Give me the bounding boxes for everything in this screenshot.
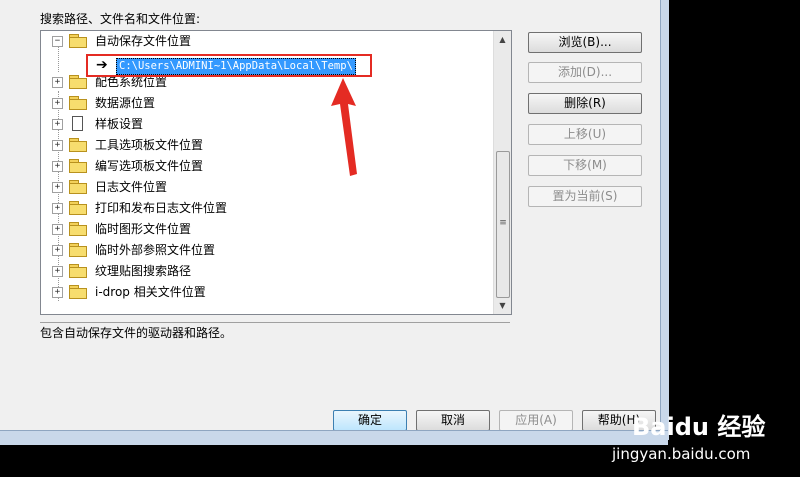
expand-icon[interactable]: + xyxy=(52,266,63,277)
description-text: 包含自动保存文件的驱动器和路径。 xyxy=(40,326,233,340)
folder-icon xyxy=(69,75,87,89)
add-button[interactable]: 添加(D)... xyxy=(528,62,642,83)
browse-button[interactable]: 浏览(B)... xyxy=(528,32,642,53)
move-down-button[interactable]: 下移(M) xyxy=(528,155,642,176)
expand-icon[interactable]: + xyxy=(52,161,63,172)
baidu-logo: Baidu 经验 xyxy=(632,413,766,441)
expand-icon[interactable]: + xyxy=(52,245,63,256)
ok-button[interactable]: 确定 xyxy=(333,410,407,431)
window-border xyxy=(660,0,669,440)
expand-icon[interactable]: + xyxy=(52,203,63,214)
divider xyxy=(40,322,510,323)
delete-button[interactable]: 删除(R) xyxy=(528,93,642,114)
tree-scrollbar[interactable]: ▲ ≡ ▼ xyxy=(493,31,511,314)
tree-item-label: 打印和发布日志文件位置 xyxy=(95,201,228,215)
tree-connector xyxy=(58,46,59,72)
tree-item-label: i-drop 相关文件位置 xyxy=(95,285,206,299)
folder-icon xyxy=(69,159,87,173)
expand-icon[interactable]: + xyxy=(52,287,63,298)
expand-icon[interactable]: + xyxy=(52,182,63,193)
baidu-jingyan-watermark: Baidu 经验 jingyan.baidu.com xyxy=(612,387,798,477)
folder-icon xyxy=(69,264,87,278)
folder-icon xyxy=(69,96,87,110)
scroll-down-icon[interactable]: ▼ xyxy=(494,297,511,314)
tree-item-label: 自动保存文件位置 xyxy=(95,34,192,48)
expand-icon[interactable]: + xyxy=(52,77,63,88)
expand-icon[interactable]: + xyxy=(52,98,63,109)
folder-icon xyxy=(69,34,87,48)
tree-item-label: 临时图形文件位置 xyxy=(95,222,192,236)
tree-item-label: 样板设置 xyxy=(95,117,144,131)
expand-icon[interactable]: + xyxy=(52,224,63,235)
collapse-icon[interactable]: − xyxy=(52,36,63,47)
scrollbar-thumb[interactable]: ≡ xyxy=(496,151,510,298)
autosave-path-item[interactable]: ➔ C:\Users\ADMINI~1\AppData\Local\Temp\ xyxy=(86,54,372,77)
expand-icon[interactable]: + xyxy=(52,140,63,151)
tree-item-label: 日志文件位置 xyxy=(95,180,168,194)
folder-icon xyxy=(69,201,87,215)
folder-icon xyxy=(69,138,87,152)
scroll-up-icon[interactable]: ▲ xyxy=(494,31,511,48)
folder-icon xyxy=(69,222,87,236)
set-current-button[interactable]: 置为当前(S) xyxy=(528,186,642,207)
grip-icon: ≡ xyxy=(499,218,507,228)
folder-icon xyxy=(69,285,87,299)
cancel-button[interactable]: 取消 xyxy=(416,410,490,431)
expand-icon[interactable]: + xyxy=(52,119,63,130)
arrow-right-icon: ➔ xyxy=(96,57,108,73)
autosave-path-text[interactable]: C:\Users\ADMINI~1\AppData\Local\Temp\ xyxy=(116,58,356,75)
folder-icon xyxy=(69,243,87,257)
annotation-arrow-icon xyxy=(331,78,357,176)
window-border xyxy=(0,430,668,445)
document-icon xyxy=(72,116,83,131)
tree-item-label: 编写选项板文件位置 xyxy=(95,159,204,173)
tree-item-label: 临时外部参照文件位置 xyxy=(95,243,216,257)
search-paths-caption: 搜索路径、文件名和文件位置: xyxy=(40,12,201,26)
tree-item-label: 工具选项板文件位置 xyxy=(95,138,204,152)
move-up-button[interactable]: 上移(U) xyxy=(528,124,642,145)
options-dialog: 搜索路径、文件名和文件位置: − 自动保存文件位置 + 配色系统位置 + 数据源… xyxy=(0,0,669,445)
description-area: 包含自动保存文件的驱动器和路径。 xyxy=(40,322,510,362)
folder-icon xyxy=(69,180,87,194)
apply-button[interactable]: 应用(A) xyxy=(499,410,573,431)
watermark-url: jingyan.baidu.com xyxy=(612,445,751,463)
tree-item-label: 数据源位置 xyxy=(95,96,156,110)
tree-item-label: 纹理贴图搜索路径 xyxy=(95,264,192,278)
